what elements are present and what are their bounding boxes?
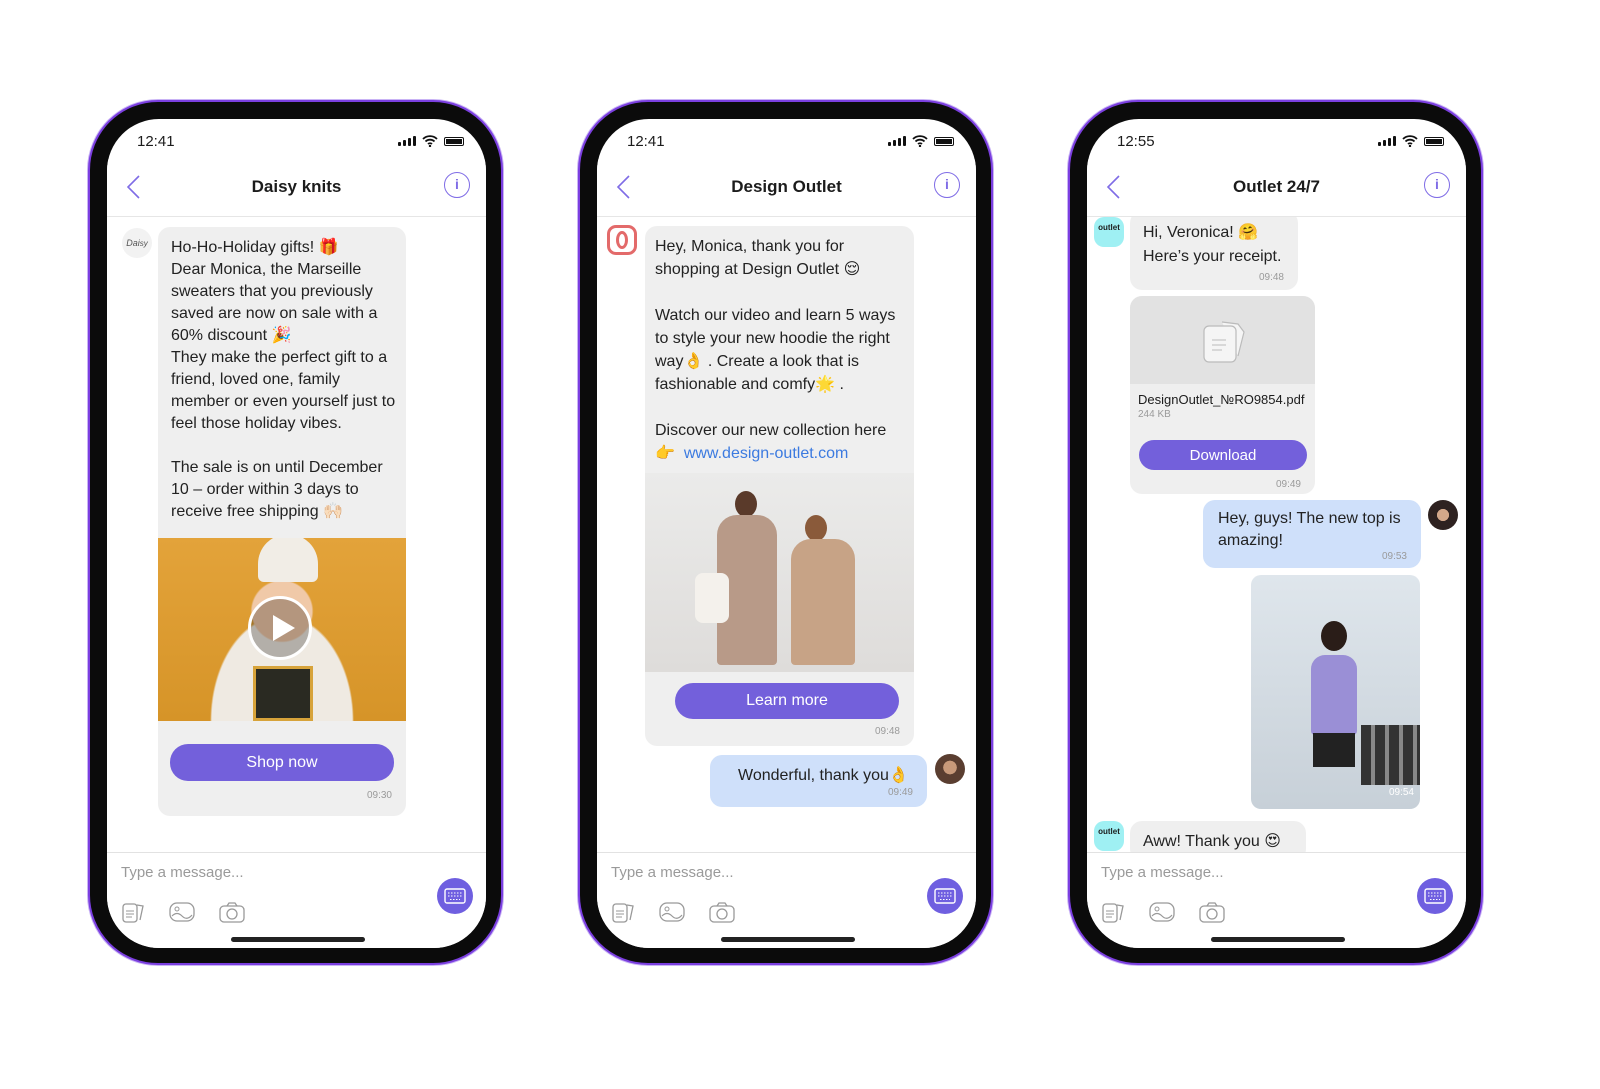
video-thumbnail[interactable] xyxy=(158,538,406,721)
message-text: Ho-Ho-Holiday gifts! 🎁 Dear Monica, the … xyxy=(171,239,396,520)
image-icon[interactable] xyxy=(1149,901,1175,923)
chat-title: Daisy knits xyxy=(251,177,342,196)
chat-title: Outlet 24/7 xyxy=(1233,177,1320,196)
keyboard-icon xyxy=(934,888,956,904)
file-preview xyxy=(1130,296,1315,384)
learn-more-button[interactable]: Learn more xyxy=(675,683,899,719)
keyboard-button[interactable] xyxy=(437,878,473,914)
signal-icon xyxy=(398,136,416,146)
timestamp: 09:49 xyxy=(1275,479,1301,490)
info-icon[interactable]: i xyxy=(1424,172,1450,198)
composer: Type a message... xyxy=(107,852,486,948)
timestamp: 09:48 xyxy=(1258,272,1284,283)
wifi-icon xyxy=(912,135,928,147)
document-icon[interactable] xyxy=(611,901,637,923)
timestamp: 09:48 xyxy=(874,726,900,737)
chat-screen: Daisy Ho-Ho-Holiday gifts! 🎁 Dear Monica… xyxy=(107,119,486,948)
outgoing-message-bubble: Hey, guys! The new top is amazing! 09:53 xyxy=(1203,500,1421,568)
image-icon[interactable] xyxy=(659,901,685,923)
battery-icon xyxy=(934,136,954,146)
gift-box xyxy=(253,666,313,721)
keyboard-button[interactable] xyxy=(1417,878,1453,914)
download-button[interactable]: Download xyxy=(1139,440,1307,470)
info-icon[interactable]: i xyxy=(934,172,960,198)
signal-icon xyxy=(888,136,906,146)
chat-header: Design Outlet i xyxy=(597,159,976,217)
reply-text: Wonderful, thank you👌 xyxy=(738,767,909,784)
message-bubble: Hey, Monica, thank you for shopping at D… xyxy=(645,226,914,746)
keyboard-button[interactable] xyxy=(927,878,963,914)
chat-screen: Hey, Monica, thank you for shopping at D… xyxy=(597,119,976,948)
design-outlet-logo-avatar xyxy=(607,225,637,255)
image-icon[interactable] xyxy=(169,901,195,923)
message-bubble: Hi, Veronica! 🤗 Here’s your receipt. 09:… xyxy=(1130,211,1298,290)
battery-icon xyxy=(444,136,464,146)
timestamp: 09:54 xyxy=(1388,787,1414,798)
chat-header: Outlet 24/7 i xyxy=(1087,159,1466,217)
phone-design-outlet: Hey, Monica, thank you for shopping at D… xyxy=(578,100,993,965)
outlet-logo-avatar: outlet xyxy=(1094,217,1124,247)
keyboard-icon xyxy=(1424,888,1446,904)
shop-now-button[interactable]: Shop now xyxy=(170,744,394,781)
timestamp: 09:53 xyxy=(1381,551,1407,562)
home-indicator xyxy=(1211,937,1345,942)
camera-icon[interactable] xyxy=(1199,901,1225,923)
phone-daisy-knits: Daisy Ho-Ho-Holiday gifts! 🎁 Dear Monica… xyxy=(88,100,503,965)
message-bubble: Ho-Ho-Holiday gifts! 🎁 Dear Monica, the … xyxy=(158,227,406,816)
camera-icon[interactable] xyxy=(709,901,735,923)
home-indicator xyxy=(231,937,365,942)
status-icons xyxy=(398,135,464,147)
message-input[interactable]: Type a message... xyxy=(121,864,244,881)
timestamp: 09:30 xyxy=(366,790,392,801)
phone-outlet-24-7: outlet Hi, Veronica! 🤗 Here’s your recei… xyxy=(1068,100,1483,965)
message-input[interactable]: Type a message... xyxy=(611,864,734,881)
signal-icon xyxy=(1378,136,1396,146)
outlet-logo-avatar: outlet xyxy=(1094,821,1124,851)
status-time: 12:55 xyxy=(1117,133,1155,150)
message-text: Aww! Thank you 😍 xyxy=(1143,833,1281,850)
status-time: 12:41 xyxy=(137,133,175,150)
document-icon xyxy=(1203,321,1245,363)
wifi-icon xyxy=(1402,135,1418,147)
knit-hat xyxy=(258,538,318,582)
message-text: Hi, Veronica! 🤗 Here’s your receipt. xyxy=(1143,224,1282,265)
home-indicator xyxy=(721,937,855,942)
outgoing-message-bubble: Wonderful, thank you👌 09:49 xyxy=(710,755,927,807)
file-message-bubble: DesignOutlet_№RO9854.pdf 244 KB Download… xyxy=(1130,296,1315,494)
daisy-logo-avatar: Daisy xyxy=(122,228,152,258)
battery-icon xyxy=(1424,136,1444,146)
chat-title: Design Outlet xyxy=(731,177,842,196)
document-icon[interactable] xyxy=(121,901,147,923)
play-button[interactable] xyxy=(248,596,312,660)
info-icon[interactable]: i xyxy=(444,172,470,198)
wifi-icon xyxy=(422,135,438,147)
message-text: Hey, Monica, thank you for shopping at D… xyxy=(655,238,896,439)
status-time: 12:41 xyxy=(627,133,665,150)
keyboard-icon xyxy=(444,888,466,904)
file-size: 244 KB xyxy=(1138,409,1171,420)
pointing-hand-emoji: 👉 xyxy=(655,445,675,462)
status-icons xyxy=(1378,135,1444,147)
promo-photo xyxy=(645,473,914,672)
selfie-photo[interactable]: 09:54 xyxy=(1251,575,1420,809)
collection-link[interactable]: www.design-outlet.com xyxy=(684,445,849,462)
camera-icon[interactable] xyxy=(219,901,245,923)
user-avatar xyxy=(1428,500,1458,530)
document-icon[interactable] xyxy=(1101,901,1127,923)
play-icon xyxy=(273,615,295,641)
reply-text: Hey, guys! The new top is amazing! xyxy=(1218,510,1401,549)
link-row: 👉 www.design-outlet.com xyxy=(655,443,848,463)
user-avatar xyxy=(935,754,965,784)
file-name: DesignOutlet_№RO9854.pdf xyxy=(1138,392,1305,407)
chat-header: Daisy knits i xyxy=(107,159,486,217)
composer: Type a message... xyxy=(1087,852,1466,948)
message-input[interactable]: Type a message... xyxy=(1101,864,1224,881)
chat-screen: outlet Hi, Veronica! 🤗 Here’s your recei… xyxy=(1087,119,1466,948)
timestamp: 09:49 xyxy=(887,787,913,798)
status-icons xyxy=(888,135,954,147)
composer: Type a message... xyxy=(597,852,976,948)
